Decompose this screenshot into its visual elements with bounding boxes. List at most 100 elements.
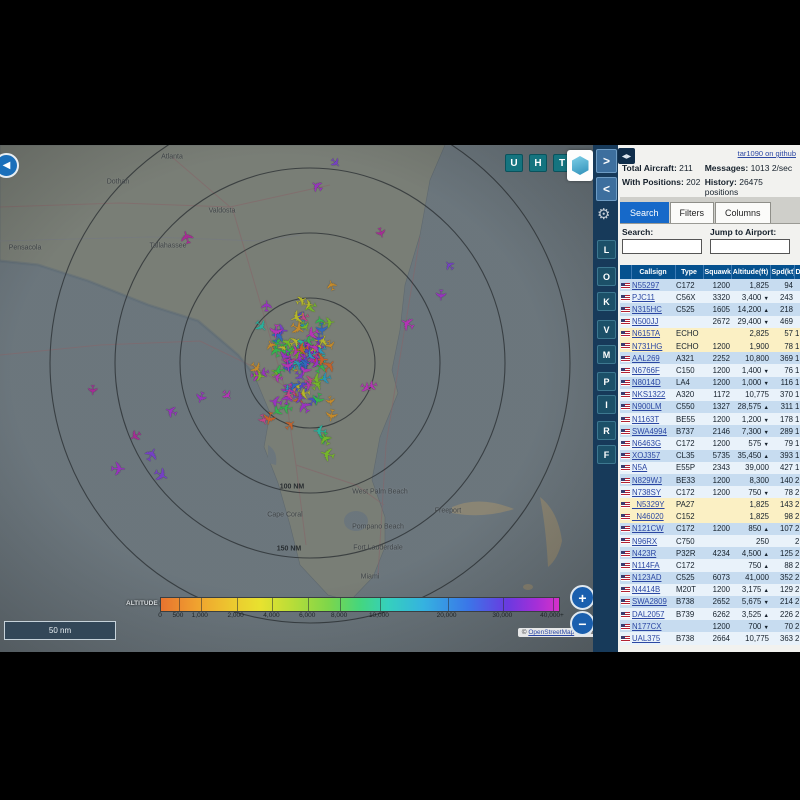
jump-to-airport-input[interactable] <box>710 239 790 254</box>
callsign-cell[interactable]: N738SY <box>631 486 675 498</box>
aircraft-row-N114FA[interactable]: N114FAC172750 ▲882 <box>620 559 800 571</box>
col-type[interactable]: Type <box>675 265 703 279</box>
aircraft-row-DAL2057[interactable]: DAL2057B73962623,525 ▲2262 <box>620 608 800 620</box>
zoom-in-button[interactable]: + <box>570 585 595 610</box>
layer-button-r[interactable]: R <box>597 421 616 440</box>
callsign-cell[interactable]: N731HG <box>631 340 675 352</box>
col-callsign[interactable]: Callsign <box>631 265 675 279</box>
callsign-cell[interactable]: N423R <box>631 547 675 559</box>
callsign-cell[interactable]: N900LM <box>631 401 675 413</box>
callsign-cell[interactable]: N6766F <box>631 364 675 376</box>
callsign-cell[interactable]: SWA2809 <box>631 596 675 608</box>
aircraft-icon[interactable]: ✈ <box>110 460 126 479</box>
map-canvas[interactable]: AtlantaDothanValdostaPensacolaTallahasse… <box>0 145 618 652</box>
aircraft-row-SWA4994[interactable]: SWA4994B73721467,300 ▼2891 <box>620 425 800 437</box>
aircraft-row-NKS1322[interactable]: NKS1322A320117210,7753701 <box>620 389 800 401</box>
callsign-cell[interactable]: N114FA <box>631 559 675 571</box>
callsign-cell[interactable]: N615TA <box>631 328 675 340</box>
aircraft-row-N177CX[interactable]: N177CX1200700 ▼702 <box>620 620 800 632</box>
callsign-cell[interactable]: N6463G <box>631 437 675 449</box>
panel-collapse-button[interactable]: < <box>596 177 617 201</box>
aircraft-row-SWA2809[interactable]: SWA2809B73826525,675 ▼2142 <box>620 596 800 608</box>
callsign-cell[interactable]: PJC11 <box>631 291 675 303</box>
layer-button-i[interactable]: I <box>597 395 616 414</box>
aircraft-row-N5329Y[interactable]: _N5329YPA271,8251432 <box>620 498 800 510</box>
layer-button-k[interactable]: K <box>597 292 616 311</box>
col-speed[interactable]: Spd(kt) <box>770 265 794 279</box>
callsign-cell[interactable]: N315HC <box>631 303 675 315</box>
aircraft-row-N4414B[interactable]: N4414BM20T12003,175 ▲1292 <box>620 584 800 596</box>
aircraft-icon[interactable]: ✈ <box>261 299 277 312</box>
aircraft-row-N1163T[interactable]: N1163TBE5512001,200 ▼1781 <box>620 413 800 425</box>
callsign-cell[interactable]: UAL375 <box>631 632 675 644</box>
aircraft-row-N5A[interactable]: N5AE55P234339,0004271 <box>620 462 800 474</box>
aircraft-row-N615TA[interactable]: N615TAECHO2,825571 <box>620 328 800 340</box>
callsign-cell[interactable]: N829WJ <box>631 474 675 486</box>
type-cell: BE33 <box>675 474 703 486</box>
aircraft-row-N731HG[interactable]: N731HGECHO12001,900781 <box>620 340 800 352</box>
map-button-u[interactable]: U <box>505 154 523 172</box>
aircraft-row-AAL269[interactable]: AAL269A321225210,8003691 <box>620 352 800 364</box>
callsign-cell[interactable]: N5A <box>631 462 675 474</box>
callsign-cell[interactable]: XOJ357 <box>631 450 675 462</box>
callsign-cell[interactable]: N177CX <box>631 620 675 632</box>
aircraft-row-N55297[interactable]: N55297C17212001,82594 <box>620 279 800 291</box>
panel-arrows-button[interactable]: ◀▶ <box>618 148 635 164</box>
callsign-cell[interactable]: AAL269 <box>631 352 675 364</box>
aircraft-row-N500JJ[interactable]: N500JJ267229,400 ▼469 <box>620 316 800 328</box>
repo-link[interactable]: tar1090 on github <box>738 149 796 158</box>
aircraft-icon[interactable]: ✈ <box>277 357 296 373</box>
tab-columns[interactable]: Columns <box>715 202 771 223</box>
aircraft-row-N315HC[interactable]: N315HCC525160514,200 ▲218 <box>620 303 800 315</box>
callsign-cell[interactable]: N8014D <box>631 377 675 389</box>
aircraft-row-XOJ357[interactable]: XOJ357CL35573535,450 ▲3931 <box>620 450 800 462</box>
callsign-cell[interactable]: N121CW <box>631 523 675 535</box>
aircraft-row-N46020[interactable]: _N46020C1521,825982 <box>620 511 800 523</box>
aircraft-icon[interactable]: ✈ <box>85 384 99 396</box>
callsign-cell[interactable]: DAL2057 <box>631 608 675 620</box>
callsign-cell[interactable]: SWA4994 <box>631 425 675 437</box>
panel-expand-button[interactable]: > <box>596 149 617 173</box>
callsign-cell[interactable]: N55297 <box>631 279 675 291</box>
callsign-cell[interactable]: N1163T <box>631 413 675 425</box>
layer-button-m[interactable]: M <box>597 345 616 364</box>
layer-button-l[interactable]: L <box>597 240 616 259</box>
layer-button-p[interactable]: P <box>597 372 616 391</box>
callsign-cell[interactable]: NKS1322 <box>631 389 675 401</box>
flag-cell <box>620 340 631 352</box>
aircraft-row-UAL375[interactable]: UAL375B738266410,7753632 <box>620 632 800 644</box>
aircraft-row-N96RX[interactable]: N96RXC7502502 <box>620 535 800 547</box>
aircraft-row-N738SY[interactable]: N738SYC1721200750 ▼782 <box>620 486 800 498</box>
aircraft-row-N423R[interactable]: N423RP32R42344,500 ▲1252 <box>620 547 800 559</box>
aircraft-row-N8014D[interactable]: N8014DLA412001,000 ▼1161 <box>620 377 800 389</box>
aircraft-row-N829WJ[interactable]: N829WJBE3312008,3001402 <box>620 474 800 486</box>
zoom-out-button[interactable]: − <box>570 611 595 636</box>
aircraft-icon[interactable]: ✈ <box>432 288 447 301</box>
map-button-h[interactable]: H <box>529 154 547 172</box>
aircraft-row-N900LM[interactable]: N900LMC550132728,575 ▲3111 <box>620 401 800 413</box>
layer-button-o[interactable]: O <box>597 267 616 286</box>
aircraft-row-PJC11[interactable]: PJC11C56X33203,400 ▼243 <box>620 291 800 303</box>
tab-filters[interactable]: Filters <box>670 202 715 223</box>
col-squawk[interactable]: Squawk <box>703 265 731 279</box>
openstreetmap-link[interactable]: OpenStreetMap <box>528 629 574 636</box>
aircraft-row-N6766F[interactable]: N6766FC15012001,400 ▼761 <box>620 364 800 376</box>
layer-button-v[interactable]: V <box>597 320 616 339</box>
search-input[interactable] <box>622 239 702 254</box>
aircraft-icon[interactable]: ✈ <box>265 323 285 340</box>
layer-button-f[interactable]: F <box>597 445 616 464</box>
col-altitude[interactable]: Altitude(ft) <box>731 265 770 279</box>
callsign-cell[interactable]: N96RX <box>631 535 675 547</box>
icon-style-button[interactable] <box>567 150 593 181</box>
aircraft-row-N121CW[interactable]: N121CWC1721200850 ▲1072 <box>620 523 800 535</box>
aircraft-row-N6463G[interactable]: N6463GC1721200575 ▼791 <box>620 437 800 449</box>
settings-gear-icon[interactable]: ⚙ <box>597 205 610 223</box>
callsign-cell[interactable]: _N5329Y <box>631 498 675 510</box>
aircraft-row-N123AD[interactable]: N123ADC525607341,0003522 <box>620 572 800 584</box>
col-distance[interactable]: Dist.(NM) <box>794 265 800 279</box>
callsign-cell[interactable]: N500JJ <box>631 316 675 328</box>
callsign-cell[interactable]: N123AD <box>631 572 675 584</box>
callsign-cell[interactable]: N4414B <box>631 584 675 596</box>
callsign-cell[interactable]: _N46020 <box>631 511 675 523</box>
tab-search[interactable]: Search <box>620 202 669 223</box>
